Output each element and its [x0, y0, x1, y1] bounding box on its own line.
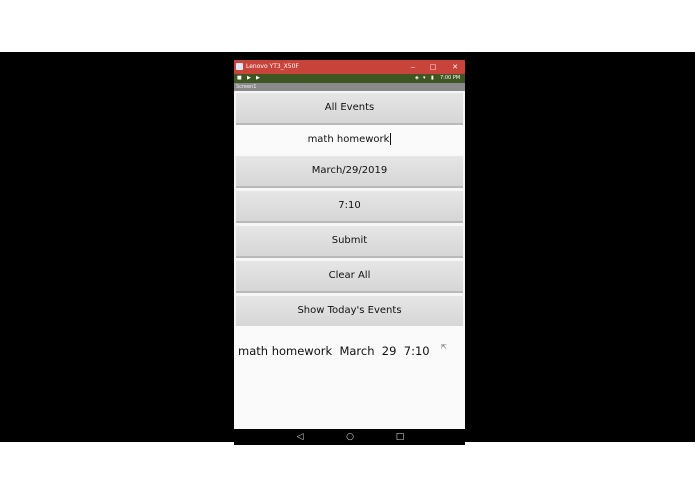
close-icon[interactable]: ✕ — [446, 60, 464, 74]
wifi-icon: ▾ — [423, 75, 426, 81]
play-icon: ▶ — [247, 75, 251, 81]
home-icon[interactable]: ○ — [340, 429, 360, 445]
event-name-input[interactable]: math homework — [234, 125, 465, 155]
window-titlebar: Lenovo YT3_X50F ‒ □ ✕ — [234, 60, 465, 74]
events-output-label: math homework March 29 7:10 — [238, 344, 430, 358]
date-picker-button[interactable]: March/29/2019 — [236, 156, 463, 188]
app-body: All Events math homework March/29/2019 7… — [234, 91, 465, 429]
status-bar: ■ ▶ ▶ ◈ ▾ ▮ 7:00 PM — [234, 74, 465, 83]
play-icon: ▶ — [256, 75, 260, 81]
android-nav-bar: ◁ ○ □ — [234, 429, 465, 445]
minimize-icon[interactable]: ‒ — [404, 60, 422, 74]
mouse-pointer-icon: ⇱ — [441, 343, 447, 351]
submit-button[interactable]: Submit — [236, 226, 463, 258]
app-icon — [236, 63, 243, 70]
text-caret — [390, 133, 392, 145]
rotate-icon: ◈ — [415, 75, 419, 81]
status-time: 7:00 PM — [440, 75, 461, 81]
battery-icon: ▮ — [431, 75, 434, 81]
screen-title-bar: Screen1 — [234, 83, 465, 91]
events-output-area: math homework March 29 7:10 ⇱ — [234, 326, 465, 429]
show-todays-events-button[interactable]: Show Today's Events — [236, 296, 463, 328]
back-icon[interactable]: ◁ — [290, 429, 310, 445]
clear-all-button[interactable]: Clear All — [236, 261, 463, 293]
record-icon: ■ — [237, 75, 242, 81]
time-picker-button[interactable]: 7:10 — [236, 191, 463, 223]
maximize-icon[interactable]: □ — [424, 60, 442, 74]
all-events-button[interactable]: All Events — [236, 93, 463, 125]
screen-title: Screen1 — [236, 84, 257, 90]
event-name-value: math homework — [307, 134, 390, 145]
emulator-window: Lenovo YT3_X50F ‒ □ ✕ ■ ▶ ▶ ◈ ▾ ▮ 7:00 P… — [234, 60, 465, 445]
window-title: Lenovo YT3_X50F — [246, 63, 299, 70]
recents-icon[interactable]: □ — [390, 429, 410, 445]
